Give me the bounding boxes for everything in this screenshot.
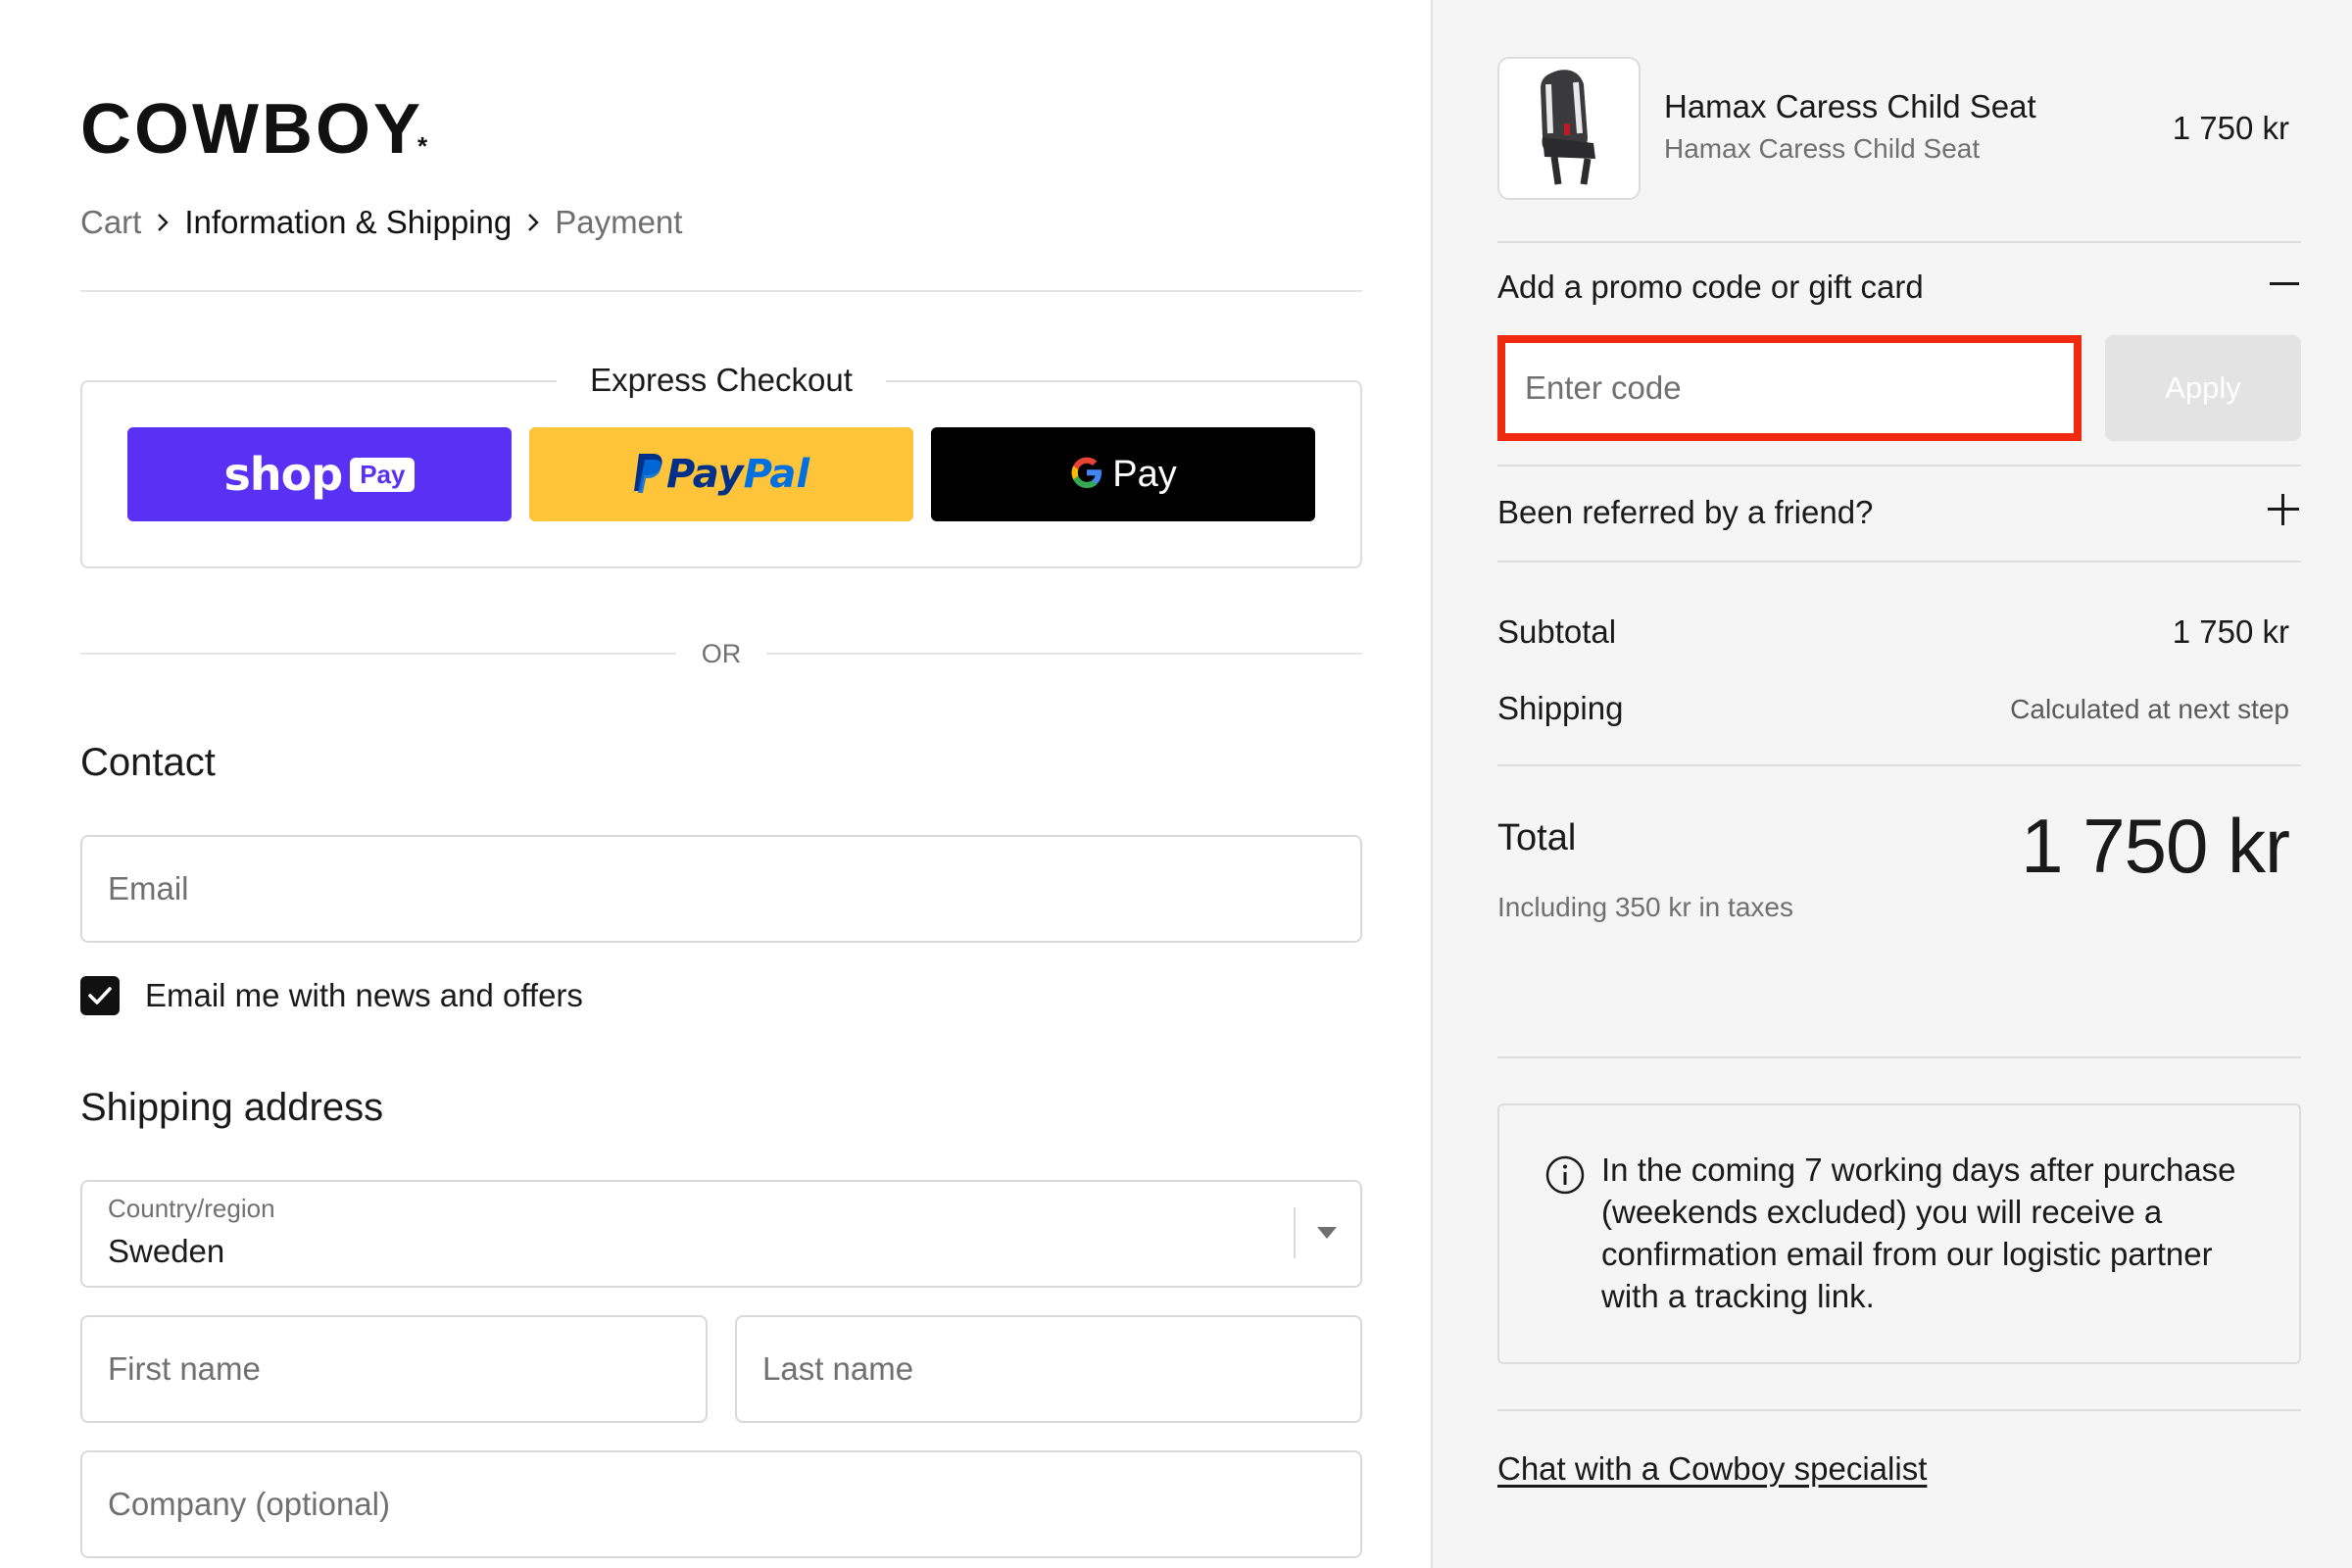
select-divider xyxy=(1294,1207,1296,1258)
total-value: 1 750 kr xyxy=(2021,803,2290,889)
last-name-input[interactable] xyxy=(737,1317,1360,1421)
email-input[interactable] xyxy=(82,837,1360,941)
child-seat-icon xyxy=(1541,70,1595,185)
country-value: Sweden xyxy=(108,1233,225,1269)
referral-toggle[interactable]: Been referred by a friend? xyxy=(1497,494,1873,531)
newsletter-row[interactable]: Email me with news and offers xyxy=(80,976,583,1015)
info-icon xyxy=(1545,1155,1585,1195)
chevron-right-icon xyxy=(141,205,184,240)
delivery-info-text: In the coming 7 working days after purch… xyxy=(1601,1152,2236,1314)
paypal-button[interactable]: PayPal xyxy=(529,427,913,521)
logo-mark-icon: * xyxy=(417,131,428,161)
header-divider xyxy=(80,290,1362,292)
apply-promo-button[interactable]: Apply xyxy=(2105,335,2301,441)
shipping-value: Calculated at next step xyxy=(2010,694,2289,724)
product-thumbnail xyxy=(1497,57,1641,200)
tax-note: Including 350 kr in taxes xyxy=(1497,892,1793,922)
paypal-p-icon xyxy=(633,452,666,498)
first-name-field[interactable] xyxy=(80,1315,708,1423)
country-select[interactable]: Country/region Sweden xyxy=(80,1180,1362,1288)
delivery-info-box: In the coming 7 working days after purch… xyxy=(1497,1103,2301,1364)
checkout-main: COWBOY * Cart Information & Shipping Pay… xyxy=(0,0,1431,1568)
breadcrumb: Cart Information & Shipping Payment xyxy=(80,204,682,241)
promo-code-input[interactable] xyxy=(1505,343,2074,433)
breadcrumb-payment: Payment xyxy=(555,204,683,240)
or-divider-right xyxy=(766,653,1362,655)
google-pay-label: Pay xyxy=(1112,453,1177,495)
minus-icon[interactable] xyxy=(2270,282,2299,285)
subtotal-value: 1 750 kr xyxy=(2172,613,2289,650)
promo-code-field[interactable] xyxy=(1497,335,2082,441)
shop-pay-tag: Pay xyxy=(350,457,416,492)
or-divider-label: OR xyxy=(701,639,742,668)
first-name-input[interactable] xyxy=(82,1317,706,1421)
chat-specialist-link[interactable]: Chat with a Cowboy specialist xyxy=(1497,1450,1927,1488)
cowboy-logo[interactable]: COWBOY xyxy=(80,94,423,165)
newsletter-label: Email me with news and offers xyxy=(145,977,583,1013)
company-field[interactable] xyxy=(80,1450,1362,1558)
summary-divider xyxy=(1497,1409,2301,1411)
company-input[interactable] xyxy=(82,1452,1360,1556)
or-divider-left xyxy=(80,653,676,655)
email-field[interactable] xyxy=(80,835,1362,943)
country-label: Country/region xyxy=(108,1194,275,1223)
checkout-page: COWBOY * Cart Information & Shipping Pay… xyxy=(0,0,2352,1568)
checkmark-icon xyxy=(88,987,112,1004)
product-variant: Hamax Caress Child Seat xyxy=(1664,133,1981,164)
google-pay-button[interactable]: Pay xyxy=(931,427,1315,521)
summary-divider xyxy=(1497,465,2301,466)
summary-divider xyxy=(1497,764,2301,766)
breadcrumb-information-shipping: Information & Shipping xyxy=(184,204,513,240)
promo-code-toggle[interactable]: Add a promo code or gift card xyxy=(1497,269,1924,306)
plus-icon[interactable] xyxy=(2268,494,2299,525)
product-price: 1 750 kr xyxy=(2172,110,2289,146)
last-name-field[interactable] xyxy=(735,1315,1362,1423)
shipping-address-title: Shipping address xyxy=(80,1086,384,1129)
chevron-right-icon xyxy=(512,205,555,240)
summary-divider xyxy=(1497,1056,2301,1058)
breadcrumb-cart[interactable]: Cart xyxy=(80,204,141,241)
chevron-down-icon xyxy=(1317,1227,1337,1239)
summary-divider xyxy=(1497,561,2301,563)
paypal-wordmark: PayPal xyxy=(665,452,810,497)
shop-pay-word: shop xyxy=(223,448,344,501)
subtotal-label: Subtotal xyxy=(1497,613,1617,650)
google-g-icon xyxy=(1069,455,1104,495)
shipping-label: Shipping xyxy=(1497,690,1624,726)
order-summary: Hamax Caress Child Seat Hamax Caress Chi… xyxy=(1431,0,2352,1568)
summary-divider xyxy=(1497,241,2301,243)
shop-pay-button[interactable]: shop Pay xyxy=(127,427,512,521)
express-checkout-title: Express Checkout xyxy=(557,361,886,400)
total-label: Total xyxy=(1497,817,1577,858)
product-name: Hamax Caress Child Seat xyxy=(1664,88,2036,124)
newsletter-checkbox[interactable] xyxy=(80,976,120,1015)
contact-title: Contact xyxy=(80,741,216,784)
